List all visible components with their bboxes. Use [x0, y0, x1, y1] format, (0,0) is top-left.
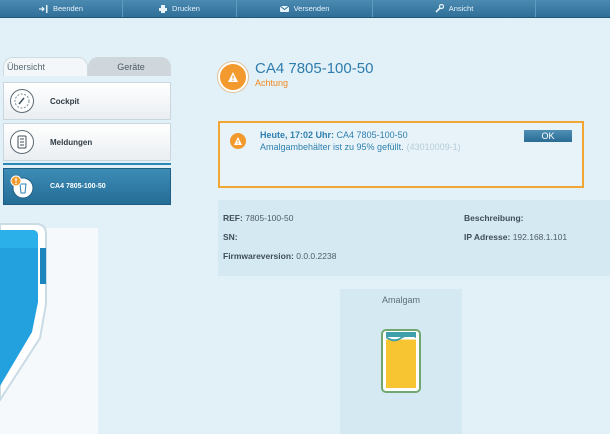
ref-value: 7805-100-50 [245, 213, 294, 223]
alert-time: Heute, 17:02 Uhr: [260, 130, 335, 140]
description-row: Beschreibung: [464, 213, 524, 223]
warning-icon [218, 62, 248, 92]
ip-row: IP Adresse: 192.168.1.101 [464, 232, 568, 242]
send-icon [279, 5, 289, 13]
alert-device: CA4 7805-100-50 [336, 130, 408, 140]
ref-row: REF: 7805-100-50 [223, 213, 294, 223]
alert-header: Heute, 17:02 Uhr: CA4 7805-100-50 [260, 130, 408, 140]
sidebar-item-device[interactable]: CA4 7805-100-50 [3, 168, 171, 205]
device-status: Achtung [255, 78, 289, 88]
list-icon [10, 130, 34, 154]
sidebar-divider [3, 163, 171, 165]
tab-devices[interactable]: Geräte [88, 57, 171, 76]
exit-button[interactable]: Beenden [0, 0, 123, 17]
view-button[interactable]: Ansicht [373, 0, 536, 17]
send-button[interactable]: Versenden [237, 0, 373, 17]
ok-button[interactable]: OK [524, 130, 572, 142]
device-title: CA4 7805-100-50 [255, 60, 374, 77]
device-info-panel: REF: 7805-100-50 SN: Firmwareversion: 0.… [218, 200, 610, 276]
firmware-value: 0.0.0.2238 [296, 251, 337, 261]
alert-message: Amalgambehälter ist zu 95% gefüllt. [260, 142, 404, 152]
exit-icon [38, 4, 48, 13]
sidebar-item-cockpit[interactable]: Cockpit [3, 82, 171, 120]
sn-row: SN: [223, 232, 238, 242]
sidebar-item-messages[interactable]: Meldungen [3, 123, 171, 161]
firmware-row: Firmwareversion: 0.0.0.2238 [223, 251, 337, 261]
alert-warning-icon [230, 133, 246, 149]
alert-message-line: Amalgambehälter ist zu 95% gefüllt. (4301… [260, 142, 461, 152]
printer-icon [159, 4, 168, 13]
alert-box: Heute, 17:02 Uhr: CA4 7805-100-50 Amalga… [218, 121, 584, 188]
wrench-icon [435, 4, 444, 13]
ip-value: 192.168.1.101 [512, 232, 568, 242]
tab-overview[interactable]: Übersicht [3, 57, 88, 76]
alert-code: (43010009-1) [406, 142, 461, 152]
amalgam-label: Amalgam [381, 295, 420, 305]
amalgam-fill-level [386, 339, 416, 388]
device-warning-icon [10, 175, 34, 199]
amalgam-panel: Amalgam [340, 289, 462, 434]
amalgam-cap [386, 332, 416, 337]
gauge-icon [10, 89, 34, 113]
print-button[interactable]: Drucken [123, 0, 237, 17]
sidebar-tabs: Übersicht Geräte [3, 57, 171, 76]
amalgam-container-gauge [381, 329, 421, 393]
device-illustration [0, 223, 47, 402]
toolbar: Beenden Drucken Versenden Ansicht [0, 0, 610, 18]
